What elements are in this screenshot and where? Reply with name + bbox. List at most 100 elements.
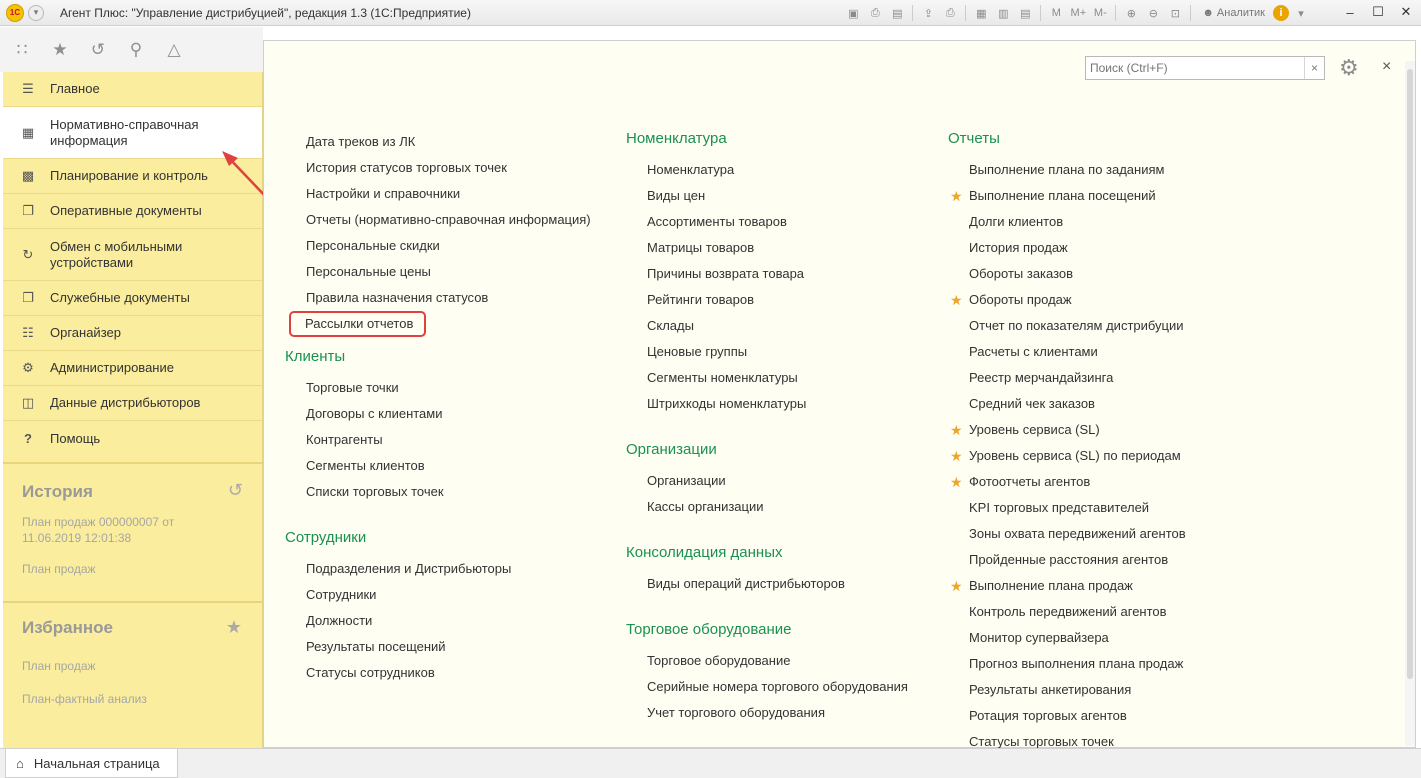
bell-icon[interactable]: △ — [162, 38, 186, 62]
maximize-button[interactable]: ☐ — [1369, 3, 1387, 21]
nav-link[interactable]: Персональные цены — [285, 259, 605, 285]
nav-link[interactable]: Виды операций дистрибьюторов — [626, 571, 926, 597]
nav-link[interactable]: Сотрудники — [285, 582, 605, 608]
report-link[interactable]: Долги клиентов — [948, 209, 1248, 235]
nav-link[interactable]: Отчеты (нормативно-справочная информация… — [285, 207, 605, 233]
report-link-favorite[interactable]: Выполнение плана посещений — [948, 183, 1248, 209]
history-entry[interactable]: План продаж 000000007 от 11.06.2019 12:0… — [22, 514, 202, 546]
info-icon[interactable]: i — [1273, 5, 1289, 21]
nav-link[interactable]: Виды цен — [626, 183, 926, 209]
report-link[interactable]: Отчет по показателям дистрибуции — [948, 313, 1248, 339]
sidebar-item-main[interactable]: ☰ Главное — [3, 72, 262, 107]
search-input[interactable] — [1086, 57, 1304, 79]
nav-link[interactable]: Кассы организации — [626, 494, 926, 520]
favorite-entry[interactable]: План продаж — [22, 658, 96, 674]
fullscreen-icon[interactable]: ⊡ — [1165, 4, 1185, 22]
print-icon[interactable]: ⎙ — [865, 4, 885, 22]
1c-logo-icon[interactable]: 1С — [6, 3, 24, 22]
main-menu-button[interactable]: ▾ — [28, 4, 44, 21]
nav-link[interactable]: Подразделения и Дистрибьюторы — [285, 556, 605, 582]
report-link-favorite[interactable]: Обороты продаж — [948, 287, 1248, 313]
nav-link[interactable]: Торговые точки — [285, 375, 605, 401]
zoom-in-icon[interactable]: ⊕ — [1121, 4, 1141, 22]
nav-link[interactable]: Учет торгового оборудования — [626, 700, 926, 726]
report-link[interactable]: Прогноз выполнения плана продаж — [948, 651, 1248, 677]
sidebar-item-reference-info[interactable]: ▦ Нормативно-справочная информация — [3, 107, 262, 159]
sidebar-item-planning[interactable]: ▩ Планирование и контроль — [3, 159, 262, 194]
memory-add-button[interactable]: M+ — [1068, 4, 1088, 22]
spreadsheet-icon[interactable]: ▦ — [971, 4, 991, 22]
calculator-icon[interactable]: ▤ — [1015, 4, 1035, 22]
report-link[interactable]: Монитор супервайзера — [948, 625, 1248, 651]
star-icon[interactable]: ★ — [48, 38, 72, 62]
report-link-favorite[interactable]: Фотоотчеты агентов — [948, 469, 1248, 495]
report-link[interactable]: Реестр мерчандайзинга — [948, 365, 1248, 391]
history-icon[interactable]: ↺ — [86, 38, 110, 62]
nav-link[interactable]: Рейтинги товаров — [626, 287, 926, 313]
nav-link[interactable]: Матрицы товаров — [626, 235, 926, 261]
close-panel-button[interactable]: × — [1382, 58, 1391, 76]
nav-link[interactable]: Дата треков из ЛК — [285, 129, 605, 155]
report-link-favorite[interactable]: Уровень сервиса (SL) — [948, 417, 1248, 443]
clear-search-button[interactable]: × — [1304, 57, 1324, 79]
nav-link[interactable]: Сегменты номенклатуры — [626, 365, 926, 391]
zoom-out-icon[interactable]: ⊖ — [1143, 4, 1163, 22]
link-icon[interactable]: ⇪ — [918, 4, 938, 22]
nav-link[interactable]: Статусы сотрудников — [285, 660, 605, 686]
user-menu[interactable]: ☻ Аналитик — [1202, 7, 1265, 19]
nav-link[interactable]: Ассортименты товаров — [626, 209, 926, 235]
nav-link[interactable]: Должности — [285, 608, 605, 634]
history-entry[interactable]: План продаж — [22, 561, 96, 577]
report-link[interactable]: Обороты заказов — [948, 261, 1248, 287]
sidebar-item-service-docs[interactable]: ❐ Служебные документы — [3, 281, 262, 316]
search-icon[interactable]: ⚲ — [124, 38, 148, 62]
save-icon[interactable]: ▣ — [843, 4, 863, 22]
nav-link[interactable]: Сегменты клиентов — [285, 453, 605, 479]
nav-link[interactable]: Штрихкоды номенклатуры — [626, 391, 926, 417]
calendar-icon[interactable]: ▥ — [993, 4, 1013, 22]
nav-link[interactable]: История статусов торговых точек — [285, 155, 605, 181]
report-link[interactable]: Результаты анкетирования — [948, 677, 1248, 703]
nav-link[interactable]: Организации — [626, 468, 926, 494]
nav-link[interactable]: Склады — [626, 313, 926, 339]
scrollbar-thumb[interactable] — [1407, 69, 1413, 679]
nav-link[interactable]: Причины возврата товара — [626, 261, 926, 287]
report-link[interactable]: Пройденные расстояния агентов — [948, 547, 1248, 573]
memory-store-button[interactable]: M — [1046, 4, 1066, 22]
memory-subtract-button[interactable]: M- — [1090, 4, 1110, 22]
star-icon[interactable]: ★ — [226, 617, 242, 638]
sidebar-item-operational-docs[interactable]: ❐ Оперативные документы — [3, 194, 262, 229]
close-window-button[interactable]: ✕ — [1397, 3, 1415, 21]
minimize-button[interactable]: – — [1341, 3, 1359, 21]
sidebar-item-mobile-exchange[interactable]: ↻ Обмен с мобильными устройствами — [3, 229, 262, 281]
report-link[interactable]: Зоны охвата передвижений агентов — [948, 521, 1248, 547]
report-link[interactable]: Выполнение плана по заданиям — [948, 157, 1248, 183]
sidebar-item-distributor-data[interactable]: ◫ Данные дистрибьюторов — [3, 386, 262, 421]
favorite-entry[interactable]: План-фактный анализ — [22, 691, 147, 707]
nav-link[interactable]: Номенклатура — [626, 157, 926, 183]
vertical-scrollbar[interactable] — [1405, 61, 1415, 746]
nav-link[interactable]: Контрагенты — [285, 427, 605, 453]
nav-link[interactable]: Персональные скидки — [285, 233, 605, 259]
nav-link[interactable]: Результаты посещений — [285, 634, 605, 660]
nav-link[interactable]: Списки торговых точек — [285, 479, 605, 505]
tab-home-page[interactable]: ⌂ Начальная страница — [5, 749, 178, 778]
nav-link[interactable]: Настройки и справочники — [285, 181, 605, 207]
sidebar-item-organizer[interactable]: ☷ Органайзер — [3, 316, 262, 351]
history-icon[interactable]: ↺ — [228, 480, 243, 501]
printer-icon[interactable]: ⎙ — [940, 4, 960, 22]
sidebar-item-administration[interactable]: ⚙ Администрирование — [3, 351, 262, 386]
nav-link[interactable]: Серийные номера торгового оборудования — [626, 674, 926, 700]
sidebar-item-help[interactable]: ? Помощь — [3, 421, 262, 456]
report-link[interactable]: Средний чек заказов — [948, 391, 1248, 417]
report-link[interactable]: KPI торговых представителей — [948, 495, 1248, 521]
report-link[interactable]: Расчеты с клиентами — [948, 339, 1248, 365]
nav-link[interactable]: Правила назначения статусов — [285, 285, 605, 311]
nav-link[interactable]: Ценовые группы — [626, 339, 926, 365]
apps-grid-icon[interactable]: ∷ — [10, 38, 34, 62]
settings-gear-icon[interactable]: ⚙ — [1339, 55, 1359, 81]
nav-link[interactable]: Договоры с клиентами — [285, 401, 605, 427]
nav-link-report-mailings[interactable]: Рассылки отчетов — [285, 311, 605, 337]
report-link-favorite[interactable]: Уровень сервиса (SL) по периодам — [948, 443, 1248, 469]
nav-link[interactable]: Торговое оборудование — [626, 648, 926, 674]
